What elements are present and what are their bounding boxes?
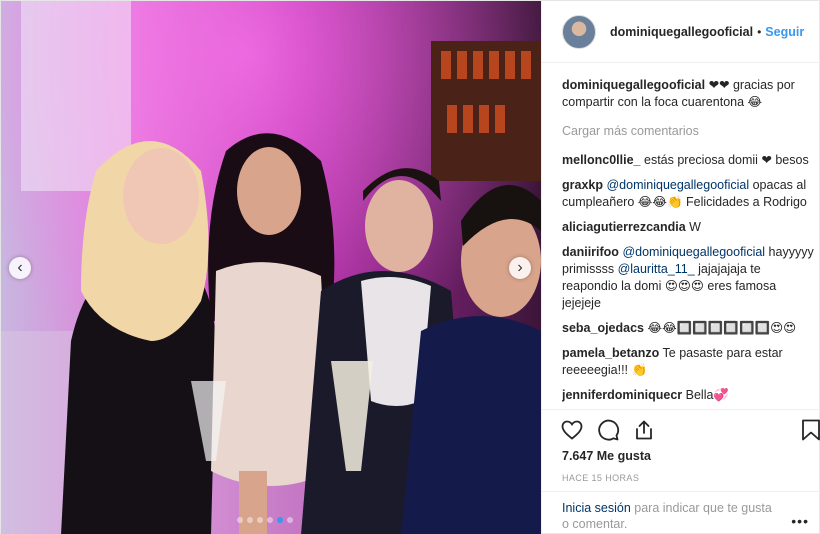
- comment-row: daniirifoo @dominiquegallegooficial hayy…: [562, 244, 814, 312]
- comment-row: pamela_betanzo Te pasaste para estar ree…: [562, 345, 814, 379]
- comment-text: estás preciosa domii ❤ besos: [644, 153, 809, 167]
- share-icon[interactable]: [632, 418, 656, 442]
- header-separator: •: [757, 24, 762, 39]
- comment-row: mellonc0llie_ estás preciosa domii ❤ bes…: [562, 152, 814, 169]
- post-timestamp[interactable]: HACE 15 HORAS: [562, 473, 639, 483]
- mention-link[interactable]: @dominiquegallegooficial: [622, 245, 765, 259]
- mention-link[interactable]: @dominiquegallegooficial: [606, 178, 749, 192]
- comment-icon[interactable]: [596, 418, 620, 442]
- chevron-left-icon[interactable]: ‹: [9, 257, 31, 279]
- carousel-dot: [237, 517, 243, 523]
- carousel-dot: [257, 517, 263, 523]
- heart-icon[interactable]: [560, 418, 584, 442]
- likes-count[interactable]: 7.647 Me gusta: [562, 449, 651, 463]
- comment-username[interactable]: pamela_betanzo: [562, 346, 659, 360]
- comment-username[interactable]: seba_ojedacs: [562, 321, 644, 335]
- comment-username[interactable]: jenniferdominiquecr: [562, 388, 682, 402]
- post-photo[interactable]: ‹ ›: [1, 1, 541, 534]
- header-username[interactable]: dominiquegallegooficial: [610, 25, 753, 39]
- comment-text: Bella💞: [685, 388, 729, 402]
- comment-text: 😂😂🔲🔲🔲🔲🔲🔲😍😍: [647, 321, 797, 335]
- carousel-dot-active: [277, 517, 283, 523]
- carousel-dot: [287, 517, 293, 523]
- post-header: dominiquegallegooficial • Seguir: [542, 1, 820, 63]
- mention-link[interactable]: @lauritta_11_: [618, 262, 695, 276]
- load-more-comments-button[interactable]: Cargar más comentarios: [562, 123, 814, 140]
- comment-rows: mellonc0llie_ estás preciosa domii ❤ bes…: [562, 152, 814, 409]
- comment-row: graxkp @dominiquegallegooficial opacas a…: [562, 177, 814, 211]
- comment-row: seba_ojedacs 😂😂🔲🔲🔲🔲🔲🔲😍😍: [562, 320, 814, 337]
- carousel-indicator: [237, 517, 293, 523]
- party-selfie-image: [1, 1, 541, 534]
- carousel-dot: [247, 517, 253, 523]
- comments-list[interactable]: dominiquegallegooficial ❤❤ gracias por c…: [562, 77, 814, 409]
- caption: dominiquegallegooficial ❤❤ gracias por c…: [562, 77, 814, 111]
- comment-username[interactable]: aliciagutierrezcandia: [562, 220, 686, 234]
- comment-username[interactable]: mellonc0llie_: [562, 153, 641, 167]
- follow-button[interactable]: Seguir: [765, 25, 804, 39]
- comment-row: aliciagutierrezcandia W: [562, 219, 814, 236]
- instagram-post: ‹ › dominiquegallegooficial • Seguir dom…: [0, 0, 820, 534]
- login-link[interactable]: Inicia sesión: [562, 501, 631, 515]
- avatar[interactable]: [562, 14, 596, 49]
- caption-username[interactable]: dominiquegallegooficial: [562, 78, 705, 92]
- carousel-dot: [267, 517, 273, 523]
- more-options-icon[interactable]: •••: [791, 513, 809, 529]
- chevron-right-icon[interactable]: ›: [509, 257, 531, 279]
- action-bar: [542, 409, 820, 449]
- post-sidebar: dominiquegallegooficial • Seguir dominiq…: [541, 1, 820, 534]
- bookmark-icon[interactable]: [800, 418, 820, 442]
- comment-row: jenniferdominiquecr Bella💞: [562, 387, 814, 404]
- comment-username[interactable]: daniirifoo: [562, 245, 619, 259]
- comment-text: W: [689, 220, 701, 234]
- comment-username[interactable]: graxkp: [562, 178, 603, 192]
- login-prompt: Inicia sesión para indicar que te gusta …: [542, 491, 820, 534]
